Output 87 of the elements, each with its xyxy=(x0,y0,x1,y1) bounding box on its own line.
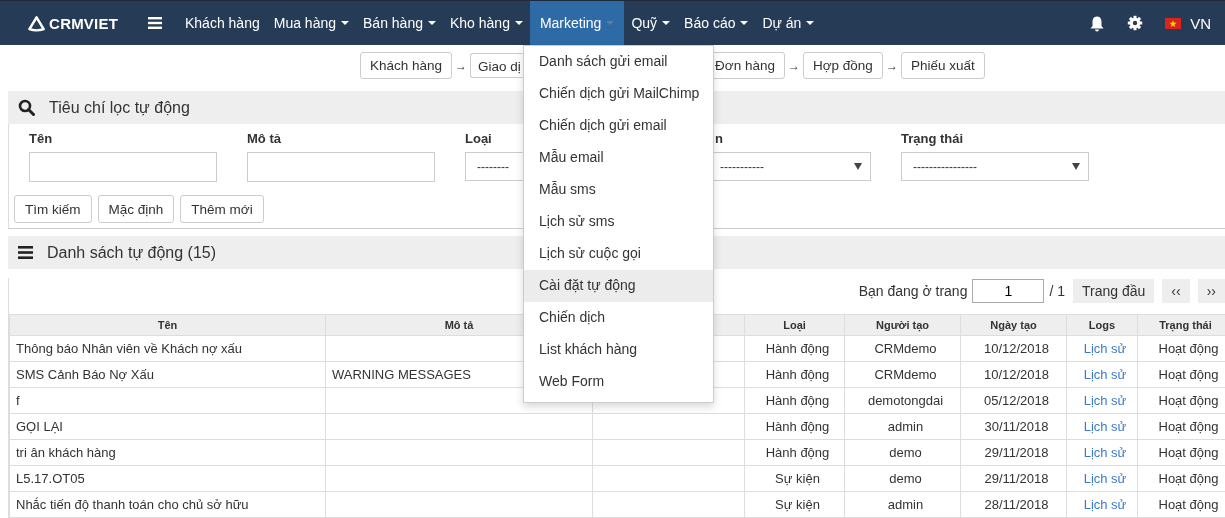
table-cell: demo xyxy=(844,465,961,492)
column-header: Loại xyxy=(744,314,845,336)
table-cell: demo xyxy=(844,439,961,466)
field-label: Mô tả xyxy=(247,130,282,148)
workflow-step-button[interactable]: Giao dị xyxy=(470,53,524,78)
table-cell: admin xyxy=(844,413,961,440)
button[interactable]: Mặc định xyxy=(97,195,175,223)
select-field[interactable]: -------- xyxy=(465,152,523,181)
table-cell: Hành động xyxy=(744,361,845,388)
button[interactable]: Tìm kiếm xyxy=(14,195,92,223)
previous-page-button[interactable]: ‹‹ xyxy=(1162,279,1190,303)
table-cell: CRMdemo xyxy=(844,335,961,362)
table-cell: f xyxy=(9,387,326,414)
nav-menu-item[interactable]: Khách hàng xyxy=(178,1,267,45)
table-cell: Hành động xyxy=(744,439,845,466)
menu-item[interactable]: Chiến dịch gửi MailChimp xyxy=(524,78,713,110)
table-cell: tri ân khách hàng xyxy=(9,439,326,466)
menu-item[interactable]: Lịch sử sms xyxy=(524,206,713,238)
column-header: Ngày tạo xyxy=(960,314,1067,336)
bell-icon xyxy=(1089,14,1106,32)
table-cell: CRMdemo xyxy=(844,361,961,388)
table-cell: admin xyxy=(844,491,961,518)
nav-menu-item[interactable]: Dự án xyxy=(755,1,822,45)
table-cell: Sự kiện xyxy=(744,465,845,492)
next-page-button[interactable]: ›› xyxy=(1197,279,1225,303)
nav-menu-item[interactable]: Báo cáo xyxy=(677,1,756,45)
menu-item[interactable]: Lịch sử cuộc gọi xyxy=(524,238,713,270)
nav-menu-item[interactable]: Quỹ xyxy=(624,1,678,45)
table-cell: Nhắc tiến độ thanh toán cho chủ sở hữu xyxy=(9,491,326,518)
table-cell: GỌI LẠI xyxy=(9,413,326,440)
pagination-label: Bạn đang ở trang xyxy=(858,283,968,299)
column-header: Tên xyxy=(9,314,326,336)
language-selector[interactable]: VN xyxy=(1165,14,1211,32)
flag-icon xyxy=(1165,17,1182,29)
page-number-field[interactable]: 1 xyxy=(972,279,1045,303)
table-cell: 05/12/2018 xyxy=(960,387,1067,414)
table-cell: 29/11/2018 xyxy=(960,465,1067,492)
table-cell: 29/11/2018 xyxy=(960,439,1067,466)
text-field[interactable] xyxy=(29,152,217,182)
nav-menu-item[interactable]: Kho hàng xyxy=(442,1,530,45)
arrow-glyph: → xyxy=(454,58,469,73)
select-field[interactable]: ---------------- xyxy=(901,152,1089,181)
logo[interactable]: CRMVIET xyxy=(28,14,118,32)
table-cell: Sự kiện xyxy=(744,491,845,518)
table-cell: SMS Cảnh Báo Nợ Xấu xyxy=(9,361,326,388)
dropdown-arrow-icon xyxy=(854,163,862,170)
button[interactable]: Thêm mới xyxy=(180,195,264,223)
search-icon xyxy=(18,99,35,116)
menu-item[interactable]: Cài đặt tự động xyxy=(524,270,713,302)
table-cell: 10/12/2018 xyxy=(960,335,1067,362)
workflow-step-button[interactable]: Hợp đồng xyxy=(802,52,883,79)
field-label: Tên xyxy=(29,130,54,148)
page-total: / 1 xyxy=(1049,283,1066,299)
first-page-button[interactable]: Trang đầu xyxy=(1073,279,1155,303)
list-icon xyxy=(18,246,33,259)
dropdown-arrow-icon xyxy=(1072,163,1080,170)
workflow-step-button[interactable]: Phiếu xuất xyxy=(900,52,985,79)
settings-icon xyxy=(1127,15,1144,31)
field-label: n xyxy=(714,130,723,148)
table-cell: Hành động xyxy=(744,387,845,414)
table-cell: Hành động xyxy=(744,335,845,362)
nav-menu-item[interactable]: Marketing xyxy=(529,1,625,45)
table-cell: 28/11/2018 xyxy=(960,491,1067,518)
column-header: Trạng thái xyxy=(1137,314,1225,336)
column-header: Logs xyxy=(1066,314,1138,336)
nav-menu-item[interactable]: Mua hàng xyxy=(266,1,356,45)
table-cell: 30/11/2018 xyxy=(960,413,1067,440)
field-label: Trạng thái xyxy=(901,130,965,148)
table-cell: Thông báo Nhân viên về Khách nợ xấu xyxy=(9,335,326,362)
menu-item[interactable]: List khách hàng xyxy=(524,334,713,366)
table-cell: L5.17.OT05 xyxy=(9,465,326,492)
panel-title: Tiêu chí lọc tự động xyxy=(49,98,190,117)
menu-item[interactable]: Web Form xyxy=(524,366,713,398)
text-field[interactable] xyxy=(247,152,435,182)
arrow-glyph: → xyxy=(884,58,899,73)
arrow-glyph: → xyxy=(786,58,801,73)
nav-menu-item[interactable]: Bán hàng xyxy=(356,1,443,45)
logo-icon xyxy=(28,14,46,32)
workflow-step-button[interactable]: Khách hàng xyxy=(360,52,453,79)
panel-title: Danh sách tự động (15) xyxy=(47,243,217,262)
table-cell: 10/12/2018 xyxy=(960,361,1067,388)
table-cell: demotongdai xyxy=(844,387,961,414)
column-header: Người tạo xyxy=(844,314,961,336)
menu-icon xyxy=(148,17,162,29)
menu-item[interactable]: Chiến dịch gửi email xyxy=(524,110,713,142)
table-cell: Hành động xyxy=(744,413,845,440)
field-label: Loại xyxy=(465,130,493,148)
